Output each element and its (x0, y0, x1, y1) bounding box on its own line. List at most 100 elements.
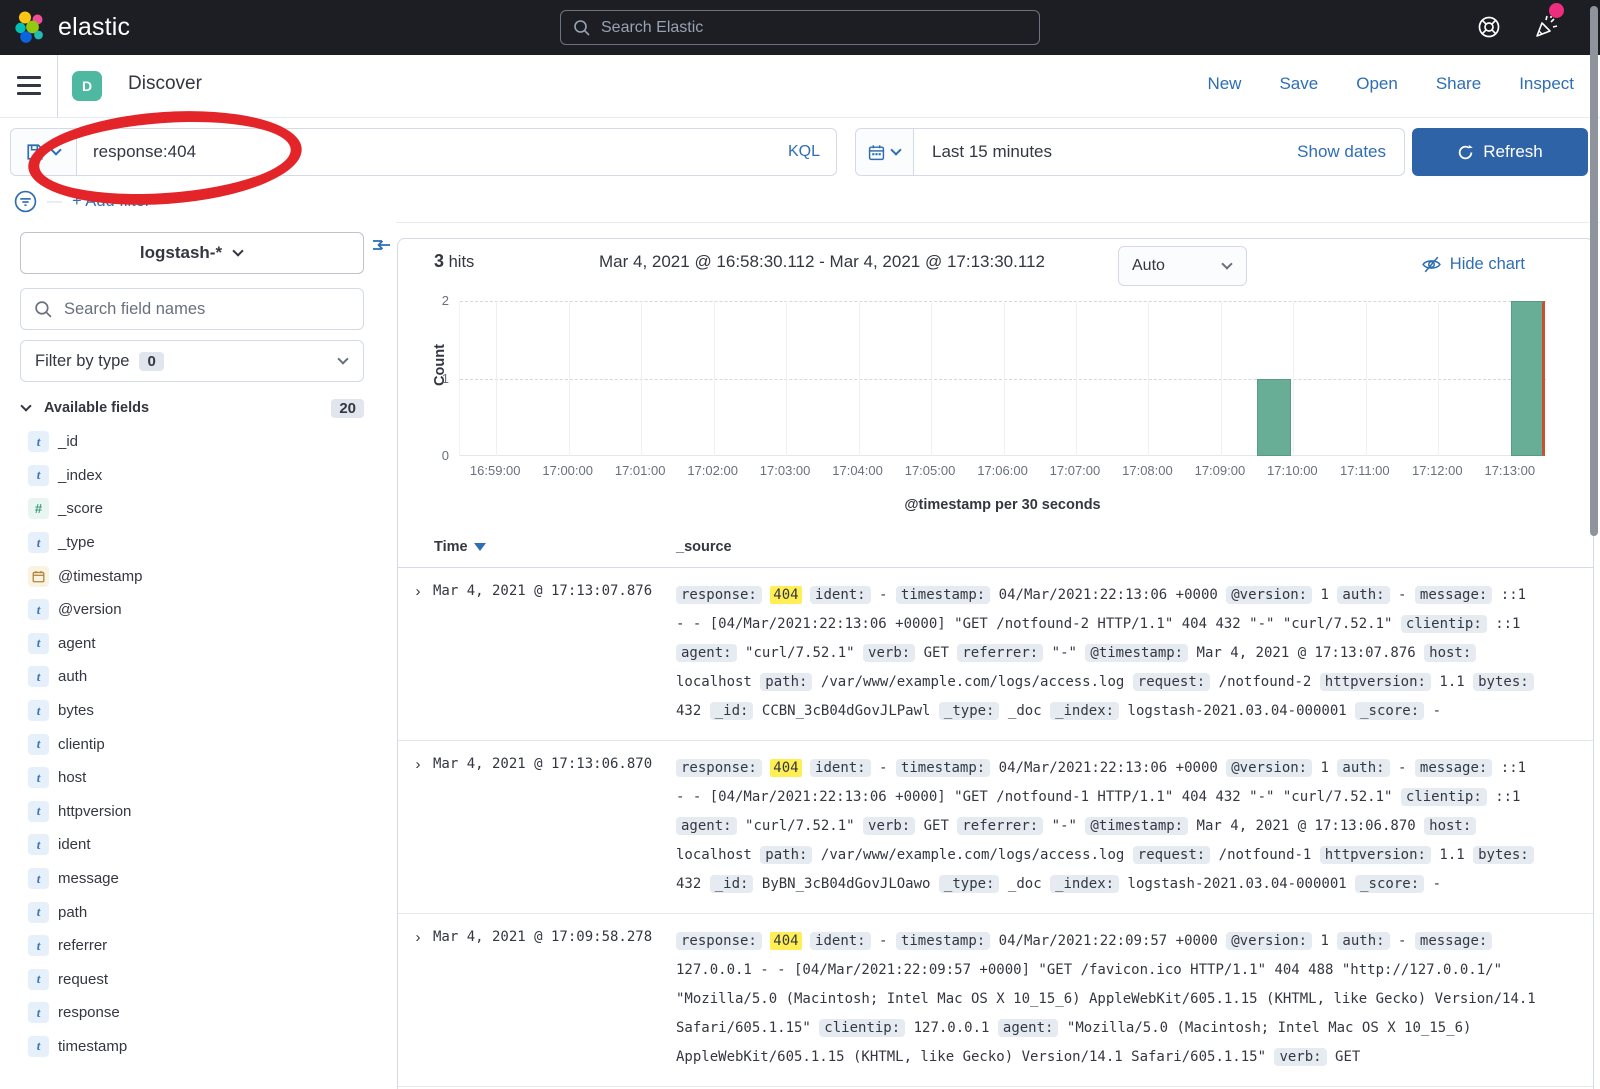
nav-action-inspect[interactable]: Inspect (1519, 74, 1574, 94)
field-value: - (1433, 703, 1441, 719)
field-value: _doc (1008, 703, 1042, 719)
refresh-button[interactable]: Refresh (1412, 128, 1588, 176)
field-item[interactable]: tagent (20, 627, 364, 661)
field-badge: @timestamp: (1085, 644, 1188, 662)
field-item[interactable]: tident (20, 828, 364, 862)
nav-action-open[interactable]: Open (1356, 74, 1398, 94)
field-item[interactable]: thost (20, 761, 364, 795)
x-tick-label: 17:04:00 (832, 463, 883, 478)
field-item[interactable]: ttimestamp (20, 1030, 364, 1064)
x-gridline (496, 301, 497, 456)
expand-chevron-icon[interactable]: › (408, 927, 428, 947)
hide-chart-button[interactable]: Hide chart (1421, 254, 1525, 275)
field-item[interactable]: tpath (20, 895, 364, 929)
field-badge: ident: (810, 932, 871, 950)
field-item[interactable]: @timestamp (20, 559, 364, 593)
expand-chevron-icon[interactable]: › (408, 581, 428, 601)
global-search-placeholder: Search Elastic (601, 19, 703, 37)
interval-select[interactable]: Auto (1118, 246, 1247, 286)
x-gridline (569, 301, 570, 456)
saved-query-menu-button[interactable] (11, 129, 77, 175)
field-value: 04/Mar/2021:22:13:06 +0000 (999, 760, 1218, 776)
field-item[interactable]: #_score (20, 492, 364, 526)
doc-time: Mar 4, 2021 @ 17:09:58.278 (433, 929, 652, 945)
field-value: ByBN_3cB04dGovJLOawo (762, 876, 931, 892)
field-value: logstash-2021.03.04-000001 (1128, 876, 1347, 892)
field-name: _score (58, 500, 103, 517)
nav-action-share[interactable]: Share (1436, 74, 1481, 94)
field-item[interactable]: t_index (20, 459, 364, 493)
elastic-brand[interactable]: elastic (14, 10, 130, 44)
field-value: - (879, 933, 887, 949)
global-search-input[interactable]: Search Elastic (560, 10, 1040, 45)
x-gridline (786, 301, 787, 456)
x-tick-label: 16:59:00 (470, 463, 521, 478)
hits-number: 3 (434, 251, 444, 271)
collapse-sidebar-icon[interactable] (370, 234, 392, 256)
refresh-label: Refresh (1483, 142, 1543, 162)
field-search-input[interactable]: Search field names (20, 288, 364, 330)
field-value: - (1398, 933, 1406, 949)
x-tick-label: 17:12:00 (1412, 463, 1463, 478)
highlighted-value: 404 (770, 586, 801, 604)
doc-time: Mar 4, 2021 @ 17:13:06.870 (433, 756, 652, 772)
nav-action-new[interactable]: New (1207, 74, 1241, 94)
field-item[interactable]: t_type (20, 526, 364, 560)
column-header-time[interactable]: Time (434, 539, 486, 555)
elastic-logo-icon (14, 10, 48, 44)
field-badge: clientip: (1401, 788, 1487, 806)
x-gridline (1148, 301, 1149, 456)
add-filter-button[interactable]: + Add filter (72, 192, 150, 211)
filter-icon[interactable] (14, 190, 37, 213)
scrollbar[interactable] (1590, 6, 1598, 536)
show-dates-button[interactable]: Show dates (1297, 142, 1404, 162)
available-fields-header[interactable]: Available fields 20 (20, 394, 364, 422)
discover-app-badge[interactable]: D (72, 71, 102, 101)
x-tick-label: 17:11:00 (1340, 463, 1390, 478)
histogram-bar[interactable] (1257, 379, 1291, 457)
nav-action-save[interactable]: Save (1279, 74, 1318, 94)
date-quick-menu-button[interactable] (856, 129, 914, 175)
field-value: - (879, 587, 887, 603)
field-badge: path: (760, 846, 812, 864)
field-badge: agent: (676, 817, 737, 835)
menu-hamburger-icon[interactable] (17, 76, 41, 96)
field-badge: agent: (998, 1019, 1059, 1037)
field-badge: _id: (710, 875, 754, 893)
field-item[interactable]: t message (20, 862, 364, 896)
field-value: Mar 4, 2021 @ 17:13:06.870 (1197, 818, 1416, 834)
query-input[interactable]: response:404 (77, 142, 788, 162)
field-item[interactable]: t_id (20, 425, 364, 459)
y-tick-label: 1 (419, 371, 449, 386)
filter-by-type-select[interactable]: Filter by type 0 (20, 340, 364, 382)
index-pattern-select[interactable]: logstash-* (20, 232, 364, 274)
field-name: message (58, 870, 119, 887)
field-item[interactable]: tbytes (20, 694, 364, 728)
chevron-down-icon (890, 146, 902, 158)
field-item[interactable]: tresponse (20, 996, 364, 1030)
x-tick-label: 17:02:00 (687, 463, 738, 478)
string-field-icon: t (28, 868, 49, 889)
field-value: 1 (1321, 587, 1329, 603)
filter-by-type-count: 0 (139, 352, 163, 371)
help-icon[interactable] (1476, 14, 1502, 40)
histogram-bar[interactable] (1511, 301, 1545, 456)
field-item[interactable]: trequest (20, 963, 364, 997)
chart-date-range: Mar 4, 2021 @ 16:58:30.112 - Mar 4, 2021… (599, 252, 1045, 272)
table-row: › Mar 4, 2021 @ 17:09:58.278 response: 404… (398, 914, 1593, 1087)
doc-source: response: 404 ident: - timestamp: 04/Mar… (676, 927, 1538, 1072)
field-item[interactable]: t@version (20, 593, 364, 627)
field-item[interactable]: thttpversion (20, 795, 364, 829)
x-gridline (1004, 301, 1005, 456)
page-title: Discover (128, 73, 202, 95)
field-item[interactable]: tclientip (20, 727, 364, 761)
field-value: localhost (676, 674, 752, 690)
field-value: 432 (676, 876, 701, 892)
field-badge: httpversion: (1320, 846, 1431, 864)
field-item[interactable]: treferrer (20, 929, 364, 963)
query-language-button[interactable]: KQL (788, 143, 836, 161)
time-range-value[interactable]: Last 15 minutes (914, 142, 1297, 162)
field-item[interactable]: tauth (20, 660, 364, 694)
histogram-chart (459, 301, 1546, 456)
expand-chevron-icon[interactable]: › (408, 754, 428, 774)
